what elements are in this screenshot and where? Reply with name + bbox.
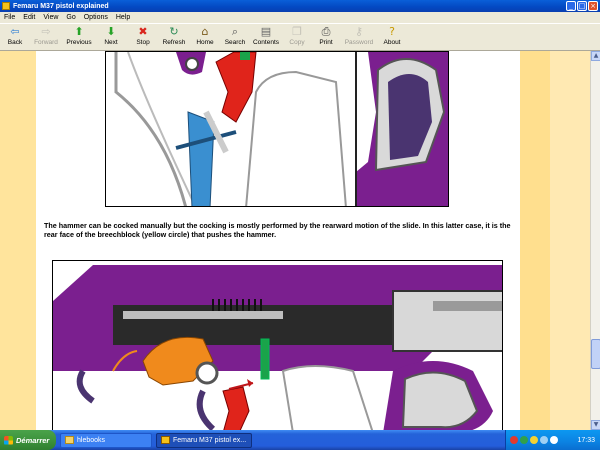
copy-icon: ❐: [292, 25, 302, 38]
pistol-cutaway-image-bottom: [52, 260, 503, 430]
pistol-cutaway-drawing-bottom: [53, 261, 502, 430]
forward-button[interactable]: ⇨ Forward: [28, 24, 64, 51]
stop-icon: ✖: [138, 25, 148, 38]
explanation-paragraph: The hammer can be cocked manually but th…: [44, 221, 511, 239]
back-button[interactable]: ⇦ Back: [2, 24, 28, 51]
taskbar: Démarrer hlebooks Femaru M37 pistol ex..…: [0, 430, 600, 450]
scroll-up-icon[interactable]: ▲: [591, 51, 600, 61]
taskbar-item-label: hlebooks: [77, 436, 106, 444]
about-button[interactable]: ? About: [378, 24, 406, 51]
menu-go[interactable]: Go: [62, 14, 79, 21]
menu-view[interactable]: View: [39, 14, 62, 21]
refresh-button[interactable]: ↻ Refresh: [158, 24, 190, 51]
search-icon: ⌕: [231, 25, 239, 38]
tray-icon-network[interactable]: [540, 436, 548, 444]
about-icon: ?: [389, 25, 395, 38]
refresh-icon: ↻: [169, 25, 179, 38]
system-tray: 17:33: [505, 430, 600, 450]
down-arrow-icon: ⬇: [106, 25, 116, 38]
up-arrow-icon: ⬆: [74, 25, 84, 38]
tray-icon-yellow[interactable]: [530, 436, 538, 444]
right-gutter-outer: [550, 51, 590, 430]
stop-button[interactable]: ✖ Stop: [128, 24, 158, 51]
copy-button[interactable]: ❐ Copy: [282, 24, 312, 51]
tray-icon-green[interactable]: [520, 436, 528, 444]
scroll-thumb[interactable]: [591, 339, 600, 369]
start-label: Démarrer: [16, 435, 50, 445]
vertical-scrollbar[interactable]: ▲ ▼: [590, 51, 600, 430]
back-arrow-icon: ⇦: [10, 25, 20, 38]
start-button[interactable]: Démarrer: [0, 430, 56, 450]
close-button[interactable]: ×: [588, 1, 598, 11]
tray-icon-volume[interactable]: [550, 436, 558, 444]
print-icon: ⎙: [321, 25, 331, 38]
menu-bar: File Edit View Go Options Help: [0, 12, 600, 23]
password-button[interactable]: ⚷ Password: [340, 24, 378, 51]
previous-button[interactable]: ⬆ Previous: [64, 24, 94, 51]
next-button[interactable]: ⬇ Next: [94, 24, 128, 51]
contents-icon: ▤: [260, 25, 272, 38]
maximize-button[interactable]: □: [577, 1, 587, 11]
menu-edit[interactable]: Edit: [19, 14, 39, 21]
scroll-down-icon[interactable]: ▼: [591, 420, 600, 430]
menu-help[interactable]: Help: [112, 14, 134, 21]
forward-arrow-icon: ⇨: [41, 25, 51, 38]
toolbar: ⇦ Back ⇨ Forward ⬆ Previous ⬇ Next ✖ Stop ↻ Re…: [0, 23, 600, 51]
key-icon: ⚷: [354, 25, 364, 38]
window-controls: _ □ ×: [566, 1, 598, 11]
menu-options[interactable]: Options: [80, 14, 112, 21]
print-button[interactable]: ⎙ Print: [312, 24, 340, 51]
taskbar-item-femaru[interactable]: Femaru M37 pistol ex...: [156, 432, 252, 448]
home-icon: ⌂: [201, 25, 209, 38]
taskbar-item-hlebooks[interactable]: hlebooks: [60, 432, 152, 448]
taskbar-item-label: Femaru M37 pistol ex...: [173, 436, 247, 444]
ebook-icon: [161, 436, 170, 444]
windows-logo-icon: [4, 435, 13, 445]
folder-icon: [65, 436, 74, 444]
pistol-cutaway-drawing-top: [106, 52, 448, 206]
pistol-cutaway-image-top: [105, 51, 449, 207]
clock: 17:33: [577, 436, 595, 444]
tray-icon-red[interactable]: [510, 436, 518, 444]
title-bar: Femaru M37 pistol explained _ □ ×: [0, 0, 600, 12]
minimize-button[interactable]: _: [566, 1, 576, 11]
window-title: Femaru M37 pistol explained: [13, 2, 109, 10]
search-button[interactable]: ⌕ Search: [220, 24, 250, 51]
content-area: The hammer can be cocked manually but th…: [0, 51, 590, 430]
left-gutter: [0, 51, 36, 430]
home-button[interactable]: ⌂ Home: [190, 24, 220, 51]
app-icon: [2, 2, 10, 10]
menu-file[interactable]: File: [0, 14, 19, 21]
contents-button[interactable]: ▤ Contents: [250, 24, 282, 51]
right-gutter-inner: [520, 51, 550, 430]
